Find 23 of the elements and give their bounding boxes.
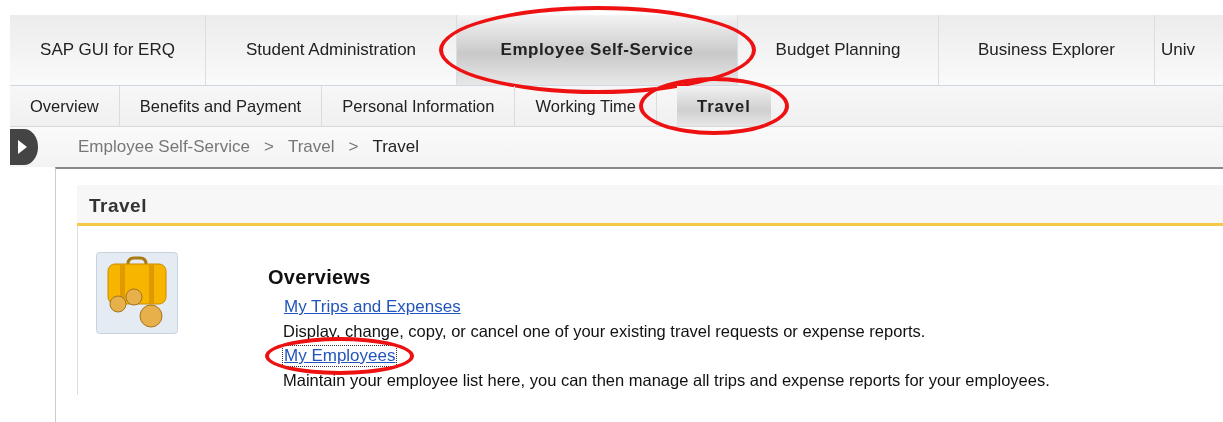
- top-tab[interactable]: Business Explorer: [939, 15, 1155, 85]
- top-tab[interactable]: Univ: [1155, 15, 1223, 85]
- sub-tab[interactable]: Personal Information: [322, 86, 516, 126]
- sub-tab[interactable]: Working Time: [515, 86, 657, 126]
- breadcrumb-item[interactable]: Travel: [287, 137, 335, 157]
- link[interactable]: My Employees: [283, 346, 397, 366]
- top-tab[interactable]: Employee Self-Service: [457, 15, 738, 85]
- section-title: Overviews: [268, 266, 372, 289]
- top-tab[interactable]: Budget Planning: [738, 15, 939, 85]
- link-description: Maintain your employee list here, you can then manage all trips and expense reports for your employees.: [283, 371, 1050, 390]
- suitcase-coins-icon: [96, 252, 178, 334]
- breadcrumb-item[interactable]: Employee Self-Service: [78, 137, 250, 157]
- sub-tab[interactable]: Benefits and Payment: [119, 86, 323, 126]
- expand-icon[interactable]: [10, 129, 38, 165]
- breadcrumb-separator: >: [348, 137, 359, 157]
- sub-tab[interactable]: Overview: [10, 86, 120, 126]
- link[interactable]: My Trips and Expenses: [283, 297, 462, 317]
- breadcrumb-separator: >: [263, 137, 274, 157]
- link-description: Display, change, copy, or cancel one of your existing travel requests or expense reports.: [283, 322, 927, 341]
- top-tab[interactable]: SAP GUI for ERQ: [10, 15, 206, 85]
- breadcrumb-item: Travel: [372, 137, 420, 157]
- sub-tab[interactable]: Travel: [677, 86, 771, 126]
- panel-title: Travel: [77, 185, 1223, 226]
